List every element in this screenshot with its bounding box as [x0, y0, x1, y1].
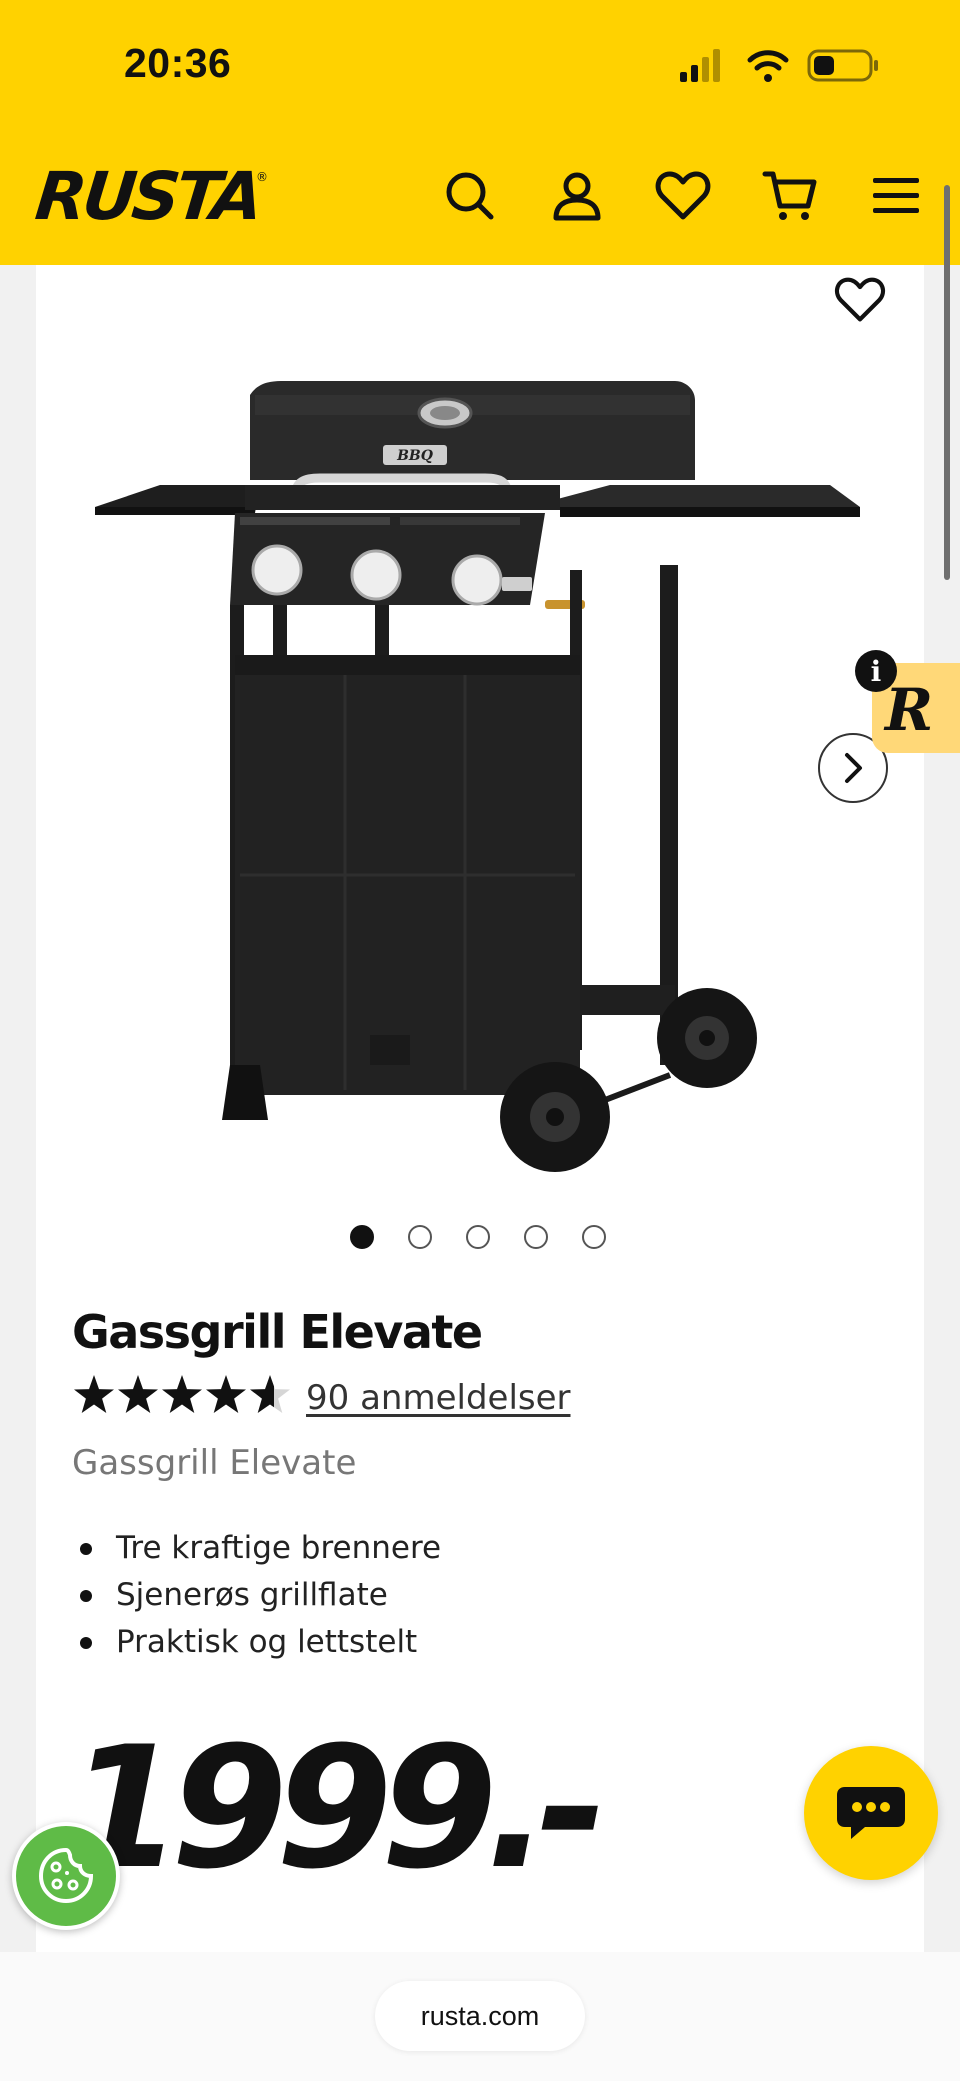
status-icons — [680, 49, 878, 82]
feature-item: Sjenerøs grillflate — [72, 1575, 441, 1622]
rating-widget-logo[interactable]: R — [885, 676, 933, 744]
carousel-dot[interactable] — [524, 1225, 548, 1249]
product-price: 1999.- — [66, 1710, 607, 1906]
chat-bubble-icon — [837, 1787, 905, 1839]
product-subtitle: Gassgrill Elevate — [72, 1443, 357, 1483]
carousel-dots — [350, 1225, 606, 1249]
carousel-dot[interactable] — [350, 1225, 374, 1249]
chevron-right-icon — [845, 753, 862, 783]
cart-icon — [762, 171, 817, 220]
add-to-wishlist-button[interactable] — [830, 270, 890, 330]
star-icon — [118, 1375, 158, 1413]
battery-icon — [807, 49, 878, 82]
site-header: 20:36 RUSTA ® — [0, 0, 960, 265]
account-icon — [553, 172, 601, 221]
menu-button[interactable] — [868, 168, 924, 224]
svg-text:BBQ: BBQ — [396, 448, 433, 464]
feature-item: Praktisk og lettstelt — [72, 1622, 441, 1669]
carousel-dot[interactable] — [466, 1225, 490, 1249]
feature-list: Tre kraftige brennere Sjenerøs grillflat… — [72, 1528, 441, 1669]
star-icon — [162, 1375, 202, 1413]
logo-registered-mark: ® — [256, 170, 268, 184]
reviews-link[interactable]: 90 anmeldelser — [306, 1378, 571, 1418]
menu-icon — [873, 178, 919, 213]
rusta-logo[interactable]: RUSTA — [32, 158, 263, 235]
star-icon — [206, 1375, 246, 1413]
scrollbar[interactable] — [944, 185, 950, 580]
search-button[interactable] — [442, 168, 498, 224]
star-icon — [74, 1375, 114, 1413]
carousel-dot[interactable] — [582, 1225, 606, 1249]
wifi-icon — [747, 50, 789, 82]
heart-icon — [655, 171, 711, 220]
search-icon — [446, 172, 494, 220]
product-image-gas-grill[interactable]: BBQ — [90, 375, 870, 1175]
signal-icon — [680, 49, 720, 82]
feature-item: Tre kraftige brennere — [72, 1528, 441, 1575]
account-button[interactable] — [549, 168, 605, 224]
cart-button[interactable] — [762, 168, 818, 224]
chat-button[interactable] — [804, 1746, 938, 1880]
wishlist-button[interactable] — [655, 168, 711, 224]
url-bar[interactable]: rusta.com — [375, 1981, 585, 2051]
star-icon — [250, 1375, 290, 1413]
status-time: 20:36 — [124, 40, 232, 86]
carousel-dot[interactable] — [408, 1225, 432, 1249]
cookie-icon — [38, 1847, 94, 1904]
heart-outline-icon — [834, 277, 886, 322]
cookie-settings-button[interactable] — [12, 1822, 120, 1930]
rating-stars — [74, 1375, 290, 1413]
product-title: Gassgrill Elevate — [72, 1305, 483, 1359]
info-icon[interactable]: i — [855, 650, 897, 692]
